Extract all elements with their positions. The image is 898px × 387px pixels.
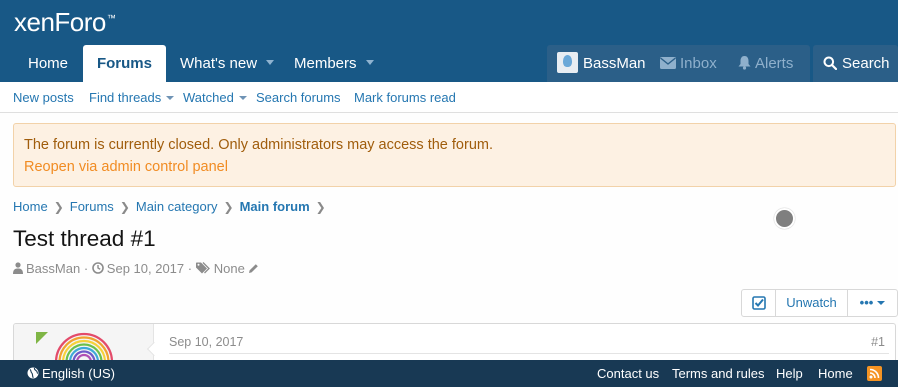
meta-separator: ·	[83, 261, 89, 276]
thread-date[interactable]: Sep 10, 2017	[107, 261, 184, 276]
pencil-icon[interactable]	[248, 263, 259, 274]
rss-icon[interactable]	[867, 366, 882, 381]
unwatch-button[interactable]: Unwatch	[776, 290, 848, 316]
breadcrumb-home[interactable]: Home	[13, 199, 48, 214]
subnav-find-threads[interactable]: Find threads	[89, 82, 175, 113]
inbox-link[interactable]: Inbox	[660, 45, 717, 82]
subnav-mark-forums-read[interactable]: Mark forums read	[354, 82, 456, 113]
footer-home[interactable]: Home	[818, 360, 853, 387]
forum-closed-notice: The forum is currently closed. Only admi…	[13, 123, 896, 187]
main-content: The forum is currently closed. Only admi…	[0, 113, 898, 360]
avatar[interactable]	[54, 332, 114, 360]
page-title: Test thread #1	[13, 226, 156, 251]
tags-icon	[195, 262, 210, 274]
tab-whats-new[interactable]: What's new	[166, 45, 288, 82]
user-nav: BassMan Inbox Alerts	[547, 45, 810, 82]
thread-author[interactable]: BassMan	[26, 261, 80, 276]
language-chooser[interactable]: English (US)	[27, 360, 115, 387]
tab-members[interactable]: Members	[280, 45, 388, 82]
thread-tags: None	[213, 261, 245, 276]
subnav-watched[interactable]: Watched	[183, 82, 247, 113]
chevron-down-icon[interactable]	[166, 96, 175, 100]
site-footer: English (US) Contact us Terms and rules …	[0, 360, 898, 387]
footer-terms-and-rules[interactable]: Terms and rules	[672, 360, 764, 387]
tab-home[interactable]: Home	[14, 45, 82, 82]
thread-meta: BassMan · Sep 10, 2017 · None	[13, 261, 262, 276]
rss-glyph	[869, 368, 880, 379]
breadcrumb: Home ❯ Forums ❯ Main category ❯ Main forum ❯	[13, 199, 332, 214]
subnav-new-posts[interactable]: New posts	[13, 82, 74, 113]
alerts-link[interactable]: Alerts	[738, 45, 793, 82]
tab-forums[interactable]: Forums	[83, 45, 166, 82]
clock-icon	[91, 262, 104, 274]
status-indicator-dot	[774, 208, 795, 229]
corner-marker-icon	[36, 332, 48, 344]
xenforo-logo[interactable]: xenForo™	[14, 7, 116, 38]
chevron-right-icon: ❯	[119, 200, 130, 214]
chevron-down-icon[interactable]	[266, 60, 275, 65]
site-header: xenForo™ Home Forums What's new Members …	[0, 0, 898, 82]
chevron-right-icon: ❯	[223, 200, 234, 214]
account-menu[interactable]: BassMan	[557, 45, 646, 82]
select-thread-toggle[interactable]	[742, 290, 776, 316]
post-divider	[169, 353, 889, 354]
envelope-icon	[660, 57, 676, 69]
breadcrumb-forums[interactable]: Forums	[70, 199, 114, 214]
ellipsis-icon: •••	[859, 295, 874, 310]
footer-help[interactable]: Help	[776, 360, 803, 387]
search-button[interactable]: Search	[813, 45, 898, 82]
post-user-cell	[14, 324, 154, 360]
more-options-button[interactable]: •••	[848, 290, 897, 316]
footer-contact-us[interactable]: Contact us	[597, 360, 659, 387]
reopen-link[interactable]: Reopen via admin control panel	[24, 159, 228, 175]
bell-icon	[738, 56, 751, 70]
chevron-right-icon: ❯	[315, 200, 326, 214]
post-number[interactable]: #1	[871, 335, 885, 349]
subnav-search-forums[interactable]: Search forums	[256, 82, 341, 113]
notice-message: The forum is currently closed. Only admi…	[24, 137, 493, 153]
post-date[interactable]: Sep 10, 2017	[169, 335, 243, 349]
sub-nav: New posts Find threads Watched Search fo…	[0, 82, 898, 113]
globe-icon	[27, 367, 39, 379]
chevron-down-icon[interactable]	[365, 60, 374, 65]
breadcrumb-main-category[interactable]: Main category	[136, 199, 218, 214]
breadcrumb-main-forum[interactable]: Main forum	[240, 199, 310, 214]
chevron-down-icon[interactable]	[238, 96, 247, 100]
post-message: Sep 10, 2017 #1	[13, 323, 896, 360]
thread-actions: Unwatch •••	[741, 289, 898, 317]
meta-separator: ·	[187, 261, 193, 276]
main-nav: Home Forums What's new Members BassMan I…	[0, 45, 898, 82]
avatar	[557, 52, 578, 73]
chevron-right-icon: ❯	[53, 200, 64, 214]
chevron-down-icon	[877, 301, 886, 305]
search-icon	[823, 56, 838, 71]
search-label-wrap: Search	[823, 45, 890, 82]
checkbox-icon	[752, 296, 766, 310]
user-icon	[13, 262, 23, 274]
